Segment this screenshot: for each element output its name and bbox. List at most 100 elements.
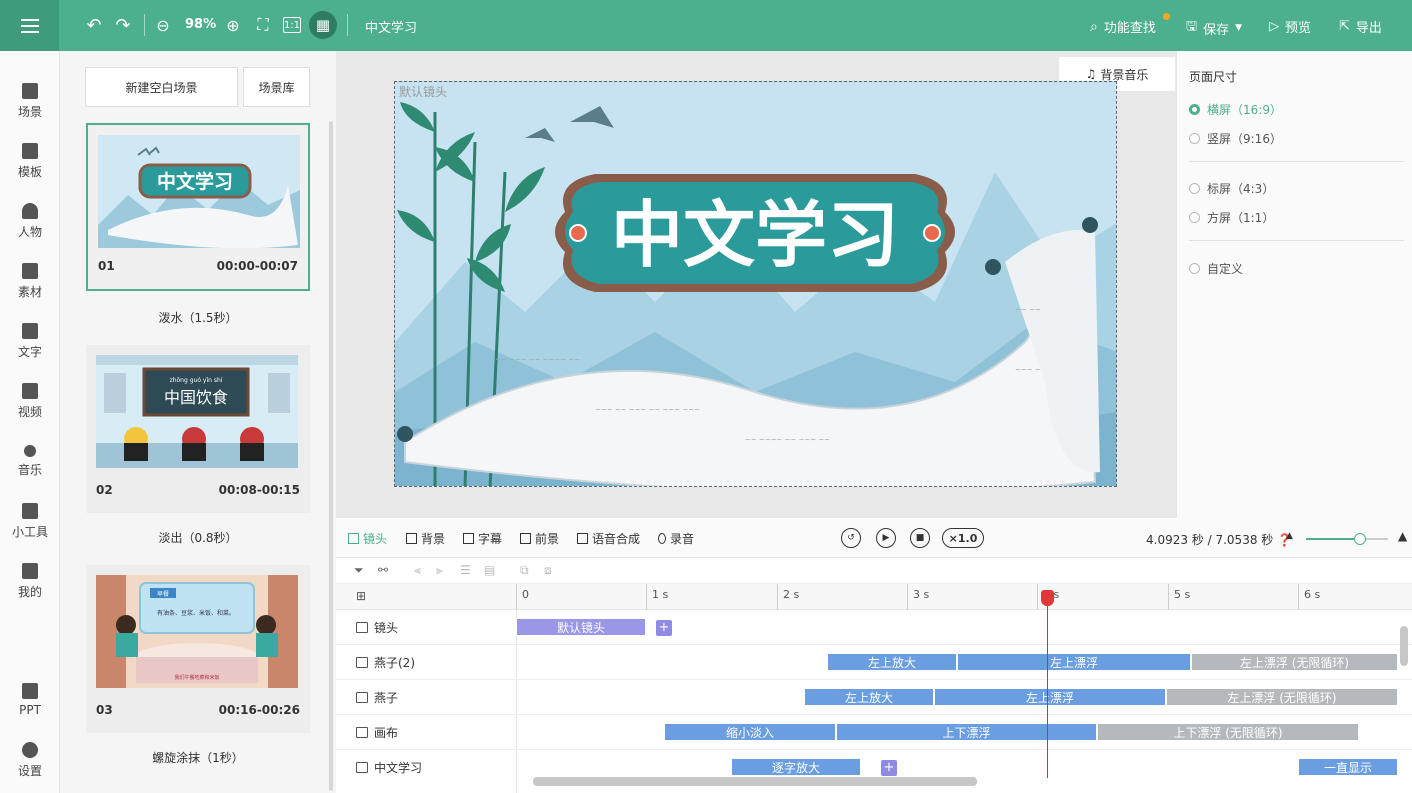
tracks-grid-icon[interactable]: ⊞: [356, 589, 366, 603]
timeline-zoom-slider[interactable]: [1306, 533, 1388, 545]
clip[interactable]: 左上漂浮: [934, 688, 1166, 706]
size-option-landscape[interactable]: 横屏（16:9）: [1189, 101, 1282, 118]
clip[interactable]: 左上漂浮: [957, 653, 1191, 671]
clip[interactable]: 左上放大: [827, 653, 957, 671]
tab-subtitle[interactable]: 字幕: [463, 530, 502, 547]
nav-material[interactable]: 素材: [0, 256, 60, 306]
track-label[interactable]: 画布: [356, 724, 398, 741]
add-clip-button[interactable]: +: [881, 760, 897, 776]
add-clip-button[interactable]: +: [656, 620, 672, 636]
tab-record[interactable]: 录音: [658, 530, 694, 547]
align-right-icon[interactable]: ⫸: [436, 563, 443, 578]
timeline-horizontal-scrollbar[interactable]: [533, 777, 977, 786]
fullscreen-icon[interactable]: ⛶: [252, 14, 274, 36]
track-label[interactable]: 燕子: [356, 689, 398, 706]
microphone-icon: [658, 533, 666, 544]
scene-transition[interactable]: 泼水（1.5秒）: [86, 309, 310, 326]
new-blank-scene-button[interactable]: 新建空白场景: [85, 67, 238, 107]
menu-button[interactable]: [0, 0, 59, 51]
track-name: 燕子(2): [374, 656, 415, 670]
nav-person[interactable]: 人物: [0, 196, 60, 246]
track-label[interactable]: 燕子(2): [356, 654, 415, 671]
playhead-handle[interactable]: [1041, 590, 1054, 606]
size-option-label: 横屏（16:9）: [1207, 103, 1282, 117]
clip[interactable]: 左上放大: [804, 688, 934, 706]
size-option-square[interactable]: 方屏（1:1）: [1189, 209, 1274, 226]
size-option-portrait[interactable]: 竖屏（9:16）: [1189, 130, 1282, 147]
redo-icon[interactable]: ↷: [112, 14, 134, 36]
scene-icon: [22, 82, 38, 99]
unstack-icon[interactable]: ⧈: [544, 563, 552, 578]
nav-mine[interactable]: 我的: [0, 556, 60, 606]
nav-video[interactable]: 视频: [0, 376, 60, 426]
clip[interactable]: 缩小淡入: [664, 723, 836, 741]
feature-search-button[interactable]: ⌕ 功能查找: [1090, 17, 1156, 37]
undo-icon[interactable]: ↶: [83, 14, 105, 36]
distribute-icon[interactable]: ▤: [484, 563, 495, 577]
canvas-icon: [356, 727, 368, 738]
playback-speed[interactable]: ×1.0: [942, 528, 984, 548]
scene-card[interactable]: 中文学习 01 00:00-00:07: [86, 123, 310, 291]
actual-size-icon[interactable]: 1:1: [283, 17, 301, 33]
clip[interactable]: 上下漂浮 (无限循环): [1097, 723, 1359, 741]
scene-list-scrollbar[interactable]: [329, 121, 333, 791]
nav-label: 文字: [17, 344, 42, 359]
save-button[interactable]: 🖫 保存 ▼: [1186, 17, 1242, 39]
align-center-icon[interactable]: ☰: [460, 563, 471, 577]
nav-template[interactable]: 模板: [0, 136, 60, 186]
scene-library-button[interactable]: 场景库: [243, 67, 310, 107]
scene-number: 03: [96, 703, 113, 717]
zoom-in-mountain-icon[interactable]: ▲: [1398, 529, 1407, 543]
export-button[interactable]: ⇱ 导出: [1339, 17, 1382, 36]
timeline-ruler[interactable]: ⊞ 0 1 s 2 s 3 s 4 s 5 s 6 s: [336, 584, 1412, 610]
scene-card[interactable]: 早餐 有油条、豆浆、米饭、和菜。 我们午餐吃菜和米饭 03 00:16-00:2…: [86, 565, 310, 733]
tab-camera[interactable]: 镜头: [348, 530, 387, 547]
clip[interactable]: 左上漂浮 (无限循环): [1166, 688, 1398, 706]
nav-toolbox[interactable]: 小工具: [0, 496, 60, 546]
nav-label: 人物: [17, 224, 42, 239]
ruler-tick: 5 s: [1174, 588, 1191, 601]
scene-time: 00:00-00:07: [216, 259, 298, 273]
clip[interactable]: 上下漂浮: [836, 723, 1097, 741]
filter-icon[interactable]: ⏷: [354, 563, 364, 578]
tab-background[interactable]: 背景: [406, 530, 445, 547]
timeline-panel: 镜头 背景 字幕 前景 语音合成 录音 ↺ ▶ ■ ×1.0 4.0923 秒 …: [336, 518, 1412, 793]
size-option-custom[interactable]: 自定义: [1189, 260, 1243, 277]
preview-button[interactable]: ▷ 预览: [1269, 17, 1311, 36]
tab-tts[interactable]: 语音合成: [577, 530, 640, 547]
zoom-in-icon[interactable]: ⊕: [222, 14, 244, 36]
play-button[interactable]: ▶: [876, 528, 896, 548]
zoom-out-icon[interactable]: ⊖: [152, 14, 174, 36]
stack-icon[interactable]: ⧉: [520, 563, 529, 578]
scene-number: 01: [98, 259, 115, 273]
canvas-stage[interactable]: ~~ ~~~ ~~ ~~~~ ~~ ~~~ ~~ ~~~ ~~ ~~~ ~~~ …: [394, 81, 1117, 487]
tab-foreground[interactable]: 前景: [520, 530, 559, 547]
scene-transition[interactable]: 淡出（0.8秒）: [86, 529, 310, 546]
track-label[interactable]: 中文学习: [356, 759, 422, 776]
nav-music[interactable]: 音乐: [0, 436, 60, 486]
size-option-standard[interactable]: 标屏（4:3）: [1189, 180, 1274, 197]
replay-button[interactable]: ↺: [841, 528, 861, 548]
preview-icon: ▷: [1269, 19, 1279, 34]
nav-settings[interactable]: 设置: [0, 735, 60, 785]
track-label[interactable]: 镜头: [356, 619, 398, 636]
nav-label: 模板: [17, 164, 42, 179]
align-left-icon[interactable]: ⫷: [414, 563, 421, 578]
scene-transition[interactable]: 螺旋涂抹（1秒）: [86, 749, 310, 766]
clip[interactable]: 逐字放大: [731, 758, 861, 776]
document-title[interactable]: 中文学习: [365, 17, 417, 36]
clip[interactable]: 左上漂浮 (无限循环): [1191, 653, 1398, 671]
zoom-out-mountain-icon[interactable]: ▲: [1286, 531, 1293, 541]
stop-button[interactable]: ■: [910, 528, 930, 548]
size-option-label: 自定义: [1207, 262, 1244, 276]
ruler-icon[interactable]: ▦: [312, 14, 334, 36]
nav-scene[interactable]: 场景: [0, 76, 60, 126]
clip[interactable]: 默认镜头: [516, 618, 646, 636]
nav-ppt[interactable]: PPT: [0, 675, 60, 725]
scene-card[interactable]: zhōng guó yǐn shí 中国饮食 02 00:08-00:15: [86, 345, 310, 513]
timeline-vertical-scrollbar[interactable]: [1400, 626, 1408, 666]
layer-filter-icon[interactable]: ⚯: [378, 563, 388, 577]
nav-text[interactable]: 文字: [0, 316, 60, 366]
clip[interactable]: 一直显示: [1298, 758, 1398, 776]
nav-label: 我的: [17, 584, 42, 599]
